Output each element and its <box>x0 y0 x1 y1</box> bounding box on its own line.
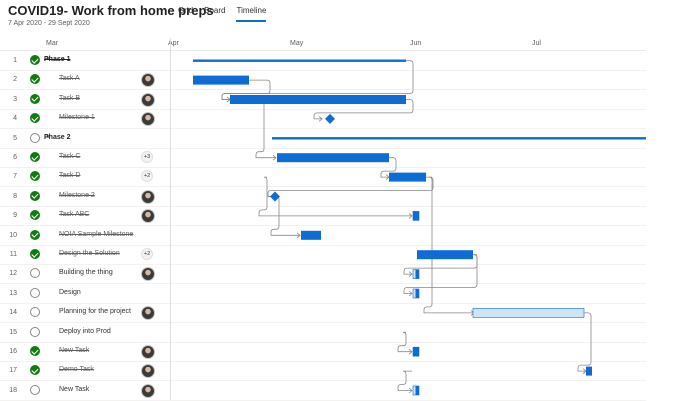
dependency-connector <box>397 370 412 391</box>
dependency-connector <box>255 99 276 159</box>
task-bar[interactable] <box>230 95 406 104</box>
task-bar[interactable] <box>472 308 585 318</box>
milestone-diamond-icon[interactable] <box>270 191 280 202</box>
task-bar[interactable] <box>193 75 249 85</box>
timeline-chart <box>193 59 646 396</box>
task-bar-progress <box>415 386 419 395</box>
dependency-connector <box>397 331 412 353</box>
dependency-connector <box>577 312 592 372</box>
dependency-connector <box>258 176 412 217</box>
task-bar[interactable] <box>277 153 389 163</box>
task-bar[interactable] <box>417 250 473 260</box>
dependency-connector <box>423 176 474 314</box>
task-bar[interactable] <box>586 366 592 376</box>
phase-1-summary-bar[interactable] <box>193 59 406 62</box>
task-bar[interactable] <box>412 346 420 357</box>
phase-2-summary-bar[interactable] <box>272 137 646 140</box>
task-bar-progress <box>415 289 419 298</box>
task-bar-progress <box>415 269 419 279</box>
task-bar[interactable] <box>301 230 321 240</box>
milestone-diamond-icon[interactable] <box>325 113 335 124</box>
task-bar[interactable] <box>389 172 426 182</box>
task-bar[interactable] <box>412 211 420 221</box>
